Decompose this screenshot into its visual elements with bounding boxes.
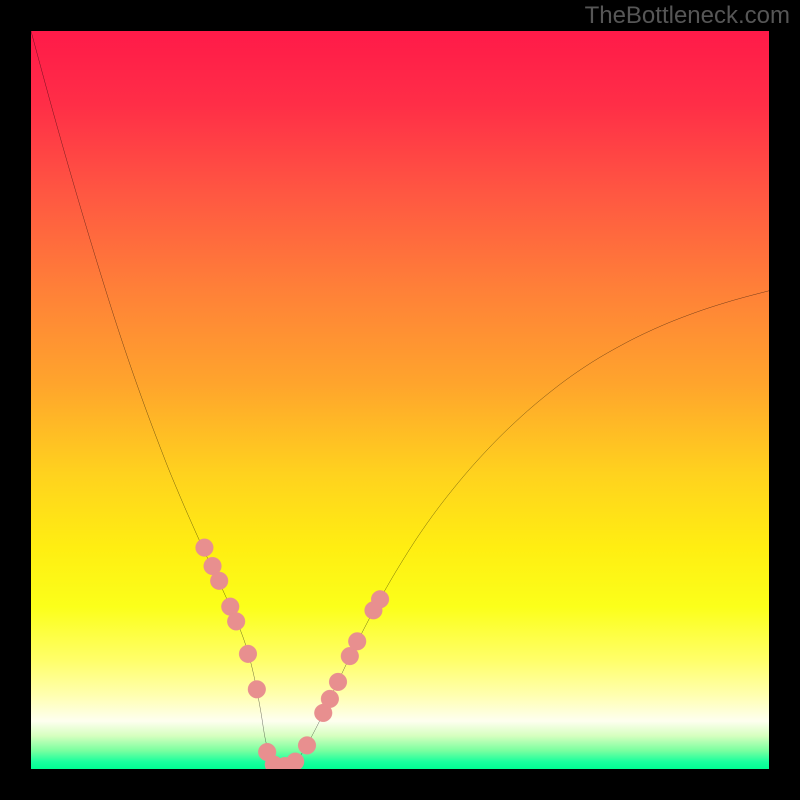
data-marker xyxy=(298,737,316,755)
data-marker xyxy=(227,613,245,631)
data-marker xyxy=(321,690,339,708)
data-marker xyxy=(196,539,214,557)
data-marker xyxy=(348,632,366,650)
curve-layer xyxy=(31,31,769,769)
data-marker xyxy=(248,680,266,698)
data-marker xyxy=(286,753,304,769)
watermark-text: TheBottleneck.com xyxy=(585,2,790,30)
data-marker xyxy=(371,590,389,608)
data-marker xyxy=(210,572,228,590)
data-marker xyxy=(329,673,347,691)
plot-area xyxy=(31,31,769,769)
chart-container: TheBottleneck.com xyxy=(0,0,800,800)
data-marker xyxy=(239,645,257,663)
bottleneck-curve xyxy=(31,31,769,767)
